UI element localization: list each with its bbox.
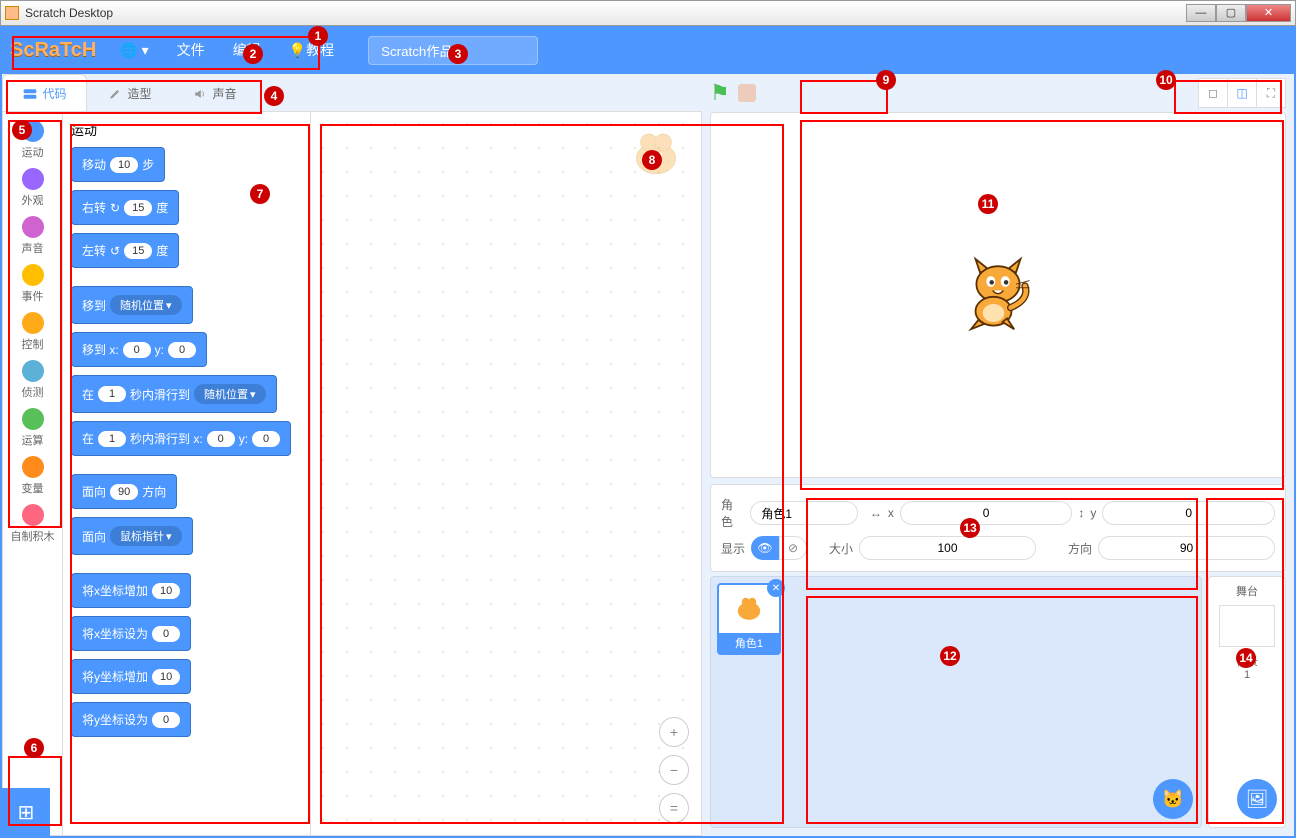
size-label: 大小 xyxy=(829,540,853,557)
sprite-x-label: x xyxy=(888,506,894,520)
backdrops-count: 1 xyxy=(1244,669,1250,681)
block-change-y[interactable]: 将y坐标增加10 xyxy=(71,659,191,694)
backdrops-label: 背景 xyxy=(1236,653,1258,669)
green-flag-button[interactable]: ⚑ xyxy=(710,80,730,106)
block-move-steps[interactable]: 移动10步 xyxy=(71,147,165,182)
show-label: 显示 xyxy=(721,540,745,557)
category-外观[interactable]: 外观 xyxy=(3,164,62,212)
titlebar: Scratch Desktop — ▢ ✕ xyxy=(0,0,1296,26)
show-sprite-button[interactable]: 👁 xyxy=(751,536,779,560)
hide-sprite-button[interactable]: ⊘ xyxy=(779,536,807,560)
sprite-size-input[interactable] xyxy=(859,536,1036,560)
block-palette[interactable]: 运动 移动10步 右转 ↻ 15度 左转 ↺ 15度 移到随机位置 移到 x:0… xyxy=(63,112,311,835)
sprite-name-label: 角色 xyxy=(721,496,744,530)
sprite-direction-input[interactable] xyxy=(1098,536,1275,560)
stage-title: 舞台 xyxy=(1236,583,1258,599)
category-控制[interactable]: 控制 xyxy=(3,308,62,356)
sprite-watermark xyxy=(621,120,691,195)
tutorials-label: 教程 xyxy=(306,40,334,60)
block-goto-xy[interactable]: 移到 x:0y:0 xyxy=(71,332,207,367)
sprite-y-label: y xyxy=(1090,506,1096,520)
scratch-logo[interactable]: ScRaTcH xyxy=(10,39,96,62)
tab-code[interactable]: 代码 xyxy=(2,74,87,112)
stage-thumbnail[interactable] xyxy=(1219,605,1275,647)
tab-sounds[interactable]: 声音 xyxy=(172,74,257,112)
sprite-pane[interactable]: ✕ 角色1 🐱 xyxy=(710,576,1202,828)
block-set-x[interactable]: 将x坐标设为0 xyxy=(71,616,191,651)
block-goto[interactable]: 移到随机位置 xyxy=(71,286,193,324)
sound-icon xyxy=(192,86,208,102)
tab-costumes-label: 造型 xyxy=(127,85,151,102)
stage-large-button[interactable]: ◫ xyxy=(1227,78,1257,108)
block-glide-to[interactable]: 在1秒内滑行到随机位置 xyxy=(71,375,277,413)
project-title-input[interactable] xyxy=(368,36,538,65)
block-change-x[interactable]: 将x坐标增加10 xyxy=(71,573,191,608)
category-事件[interactable]: 事件 xyxy=(3,260,62,308)
sprite-name-input[interactable] xyxy=(750,501,858,525)
sprite-item[interactable]: ✕ 角色1 xyxy=(717,583,781,655)
category-自制积木[interactable]: 自制积木 xyxy=(3,500,62,548)
sprite-item-name: 角色1 xyxy=(719,633,779,653)
script-area[interactable]: + − = xyxy=(311,112,701,835)
category-运算[interactable]: 运算 xyxy=(3,404,62,452)
file-menu[interactable]: 文件 xyxy=(163,26,219,74)
delete-sprite-button[interactable]: ✕ xyxy=(767,579,785,597)
app-icon xyxy=(5,6,19,20)
stop-button[interactable] xyxy=(738,84,756,102)
block-turn-left[interactable]: 左转 ↺ 15度 xyxy=(71,233,179,268)
stage-pane[interactable]: 舞台 背景 1 🖼 xyxy=(1208,576,1286,828)
add-sprite-button[interactable]: 🐱 xyxy=(1153,779,1193,819)
direction-label: 方向 xyxy=(1068,540,1092,557)
palette-category-header: 运动 xyxy=(71,120,302,139)
tab-code-label: 代码 xyxy=(42,85,66,102)
maximize-button[interactable]: ▢ xyxy=(1216,4,1246,22)
stage-small-button[interactable]: ◻ xyxy=(1198,78,1228,108)
x-arrow-icon: ↔ xyxy=(870,506,882,520)
category-column: 运动外观声音事件控制侦测运算变量自制积木 xyxy=(3,112,63,835)
category-声音[interactable]: 声音 xyxy=(3,212,62,260)
y-arrow-icon: ↕ xyxy=(1078,506,1084,520)
zoom-in-button[interactable]: + xyxy=(659,717,689,747)
add-backdrop-button[interactable]: 🖼 xyxy=(1237,779,1277,819)
block-point-towards[interactable]: 面向鼠标指针 xyxy=(71,517,193,555)
block-set-y[interactable]: 将y坐标设为0 xyxy=(71,702,191,737)
edit-menu[interactable]: 编辑 xyxy=(219,26,275,74)
tutorials-menu[interactable]: 💡 教程 xyxy=(275,26,348,74)
language-menu[interactable]: 🌐 ▾ xyxy=(106,26,162,74)
close-button[interactable]: ✕ xyxy=(1246,4,1291,22)
window-title: Scratch Desktop xyxy=(25,6,113,20)
category-变量[interactable]: 变量 xyxy=(3,452,62,500)
block-point-direction[interactable]: 面向90方向 xyxy=(71,474,177,509)
editor-tabs: 代码 造型 声音 xyxy=(2,74,702,112)
block-glide-xy[interactable]: 在1秒内滑行到 x:0y:0 xyxy=(71,421,291,456)
stage-fullscreen-button[interactable]: ⛶ xyxy=(1256,78,1286,108)
block-turn-right[interactable]: 右转 ↻ 15度 xyxy=(71,190,179,225)
tab-costumes[interactable]: 造型 xyxy=(87,74,172,112)
category-侦测[interactable]: 侦测 xyxy=(3,356,62,404)
menubar: ScRaTcH 🌐 ▾ 文件 编辑 💡 教程 xyxy=(0,26,1296,74)
minimize-button[interactable]: — xyxy=(1186,4,1216,22)
brush-icon xyxy=(107,86,123,102)
sprite-x-input[interactable] xyxy=(900,501,1073,525)
add-extension-button[interactable]: ⊞ xyxy=(2,788,50,836)
tab-sounds-label: 声音 xyxy=(212,85,236,102)
sprite-y-input[interactable] xyxy=(1102,501,1275,525)
sprite-cat[interactable] xyxy=(953,250,1043,340)
code-icon xyxy=(22,86,38,102)
category-运动[interactable]: 运动 xyxy=(3,116,62,164)
stage[interactable] xyxy=(710,112,1286,478)
zoom-out-button[interactable]: − xyxy=(659,755,689,785)
zoom-reset-button[interactable]: = xyxy=(659,793,689,823)
stage-header: ⚑ ◻ ◫ ⛶ xyxy=(702,74,1294,112)
sprite-info-panel: 角色 ↔ x ↕ y 显示 👁 ⊘ 大小 方向 xyxy=(710,484,1286,572)
